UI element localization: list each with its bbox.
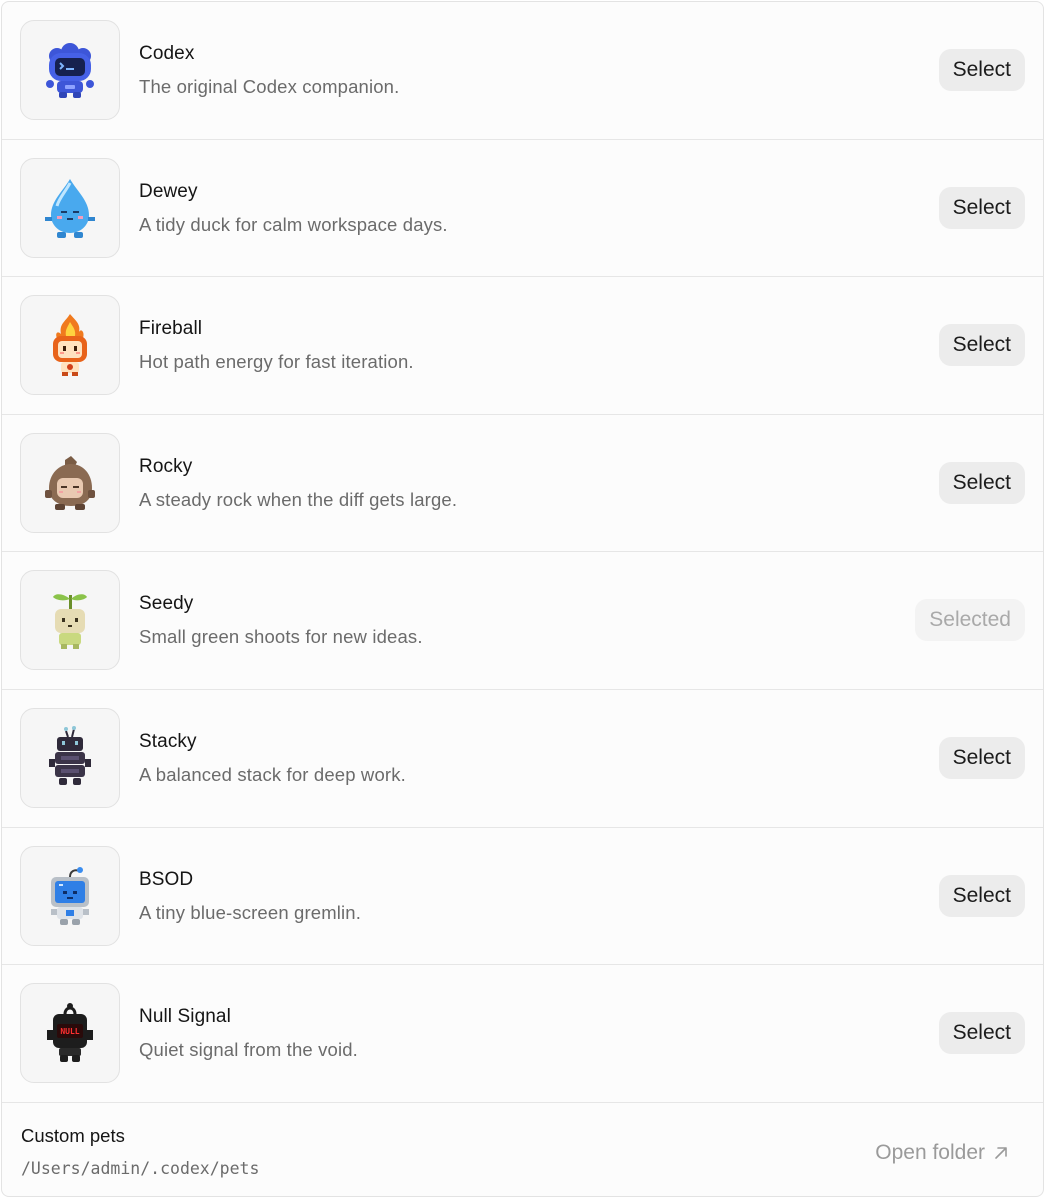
dewey-pet-icon (45, 178, 95, 238)
pet-avatar (20, 20, 120, 120)
codex-pet-icon (46, 43, 94, 98)
pet-name: Seedy (139, 593, 194, 615)
pet-avatar (20, 295, 120, 396)
pet-avatar: NULL (20, 983, 120, 1084)
null-badge-text: NULL (60, 1027, 79, 1036)
null-signal-pet-icon: NULL (47, 1003, 93, 1063)
pet-name: Stacky (139, 730, 197, 752)
select-button-fireball[interactable]: Select (938, 324, 1025, 367)
pet-row-dewey: Dewey A tidy duck for calm workspace day… (2, 140, 1043, 278)
pet-description: A tiny blue-screen gremlin. (139, 901, 362, 923)
select-button-dewey[interactable]: Select (938, 186, 1025, 229)
arrow-up-right-icon (995, 1146, 1007, 1159)
pet-description: A steady rock when the diff gets large. (139, 488, 458, 510)
pet-description: Hot path energy for fast iteration. (139, 351, 414, 373)
pet-description: Small green shoots for new ideas. (139, 626, 423, 648)
pet-row-seedy: Seedy Small green shoots for new ideas. … (2, 552, 1043, 690)
custom-pets-path: /Users/admin/.codex/pets (21, 1158, 260, 1178)
stacky-pet-icon (49, 725, 91, 785)
pet-name: Null Signal (139, 1006, 231, 1028)
pet-name: Fireball (139, 318, 203, 340)
pet-picker-panel: Codex The original Codex companion. Sele… (1, 1, 1044, 1197)
fireball-pet-icon (53, 314, 87, 377)
select-button-rocky[interactable]: Select (938, 461, 1025, 504)
bsod-pet-icon (51, 866, 89, 925)
pet-name: Rocky (139, 455, 193, 477)
select-button-stacky[interactable]: Select (938, 736, 1025, 779)
pet-description: A tidy duck for calm workspace days. (139, 213, 448, 235)
pet-description: The original Codex companion. (139, 76, 400, 97)
pet-row-codex: Codex The original Codex companion. Sele… (2, 2, 1043, 140)
pet-row-bsod: BSOD A tiny blue-screen gremlin. Select (2, 828, 1043, 966)
pet-avatar (20, 570, 120, 671)
pet-name: BSOD (139, 868, 194, 890)
seedy-pet-icon (53, 594, 87, 650)
pet-row-rocky: Rocky A steady rock when the diff gets l… (2, 415, 1043, 553)
rocky-pet-icon (45, 455, 95, 510)
pet-avatar (20, 432, 120, 533)
pet-avatar (20, 845, 120, 946)
pet-description: A balanced stack for deep work. (139, 763, 406, 785)
custom-pets-title: Custom pets (21, 1124, 125, 1146)
pet-avatar (20, 157, 120, 258)
custom-pets-footer: Custom pets /Users/admin/.codex/pets Ope… (2, 1103, 1043, 1196)
open-folder-button[interactable]: Open folder (875, 1141, 1009, 1165)
select-button-bsod[interactable]: Select (938, 874, 1025, 917)
pet-row-stacky: Stacky A balanced stack for deep work. S… (2, 690, 1043, 828)
selected-button-seedy: Selected (915, 599, 1025, 642)
pet-avatar (20, 707, 120, 808)
pet-description: Quiet signal from the void. (139, 1039, 358, 1061)
pet-name: Codex (139, 43, 195, 64)
select-button-null-signal[interactable]: Select (938, 1012, 1025, 1055)
open-folder-label: Open folder (875, 1140, 985, 1164)
select-button-codex[interactable]: Select (938, 49, 1025, 91)
pet-name: Dewey (139, 180, 198, 202)
pet-row-null-signal: NULL Null Signal Quiet signal from the v… (2, 965, 1043, 1103)
pet-row-fireball: Fireball Hot path energy for fast iterat… (2, 277, 1043, 415)
